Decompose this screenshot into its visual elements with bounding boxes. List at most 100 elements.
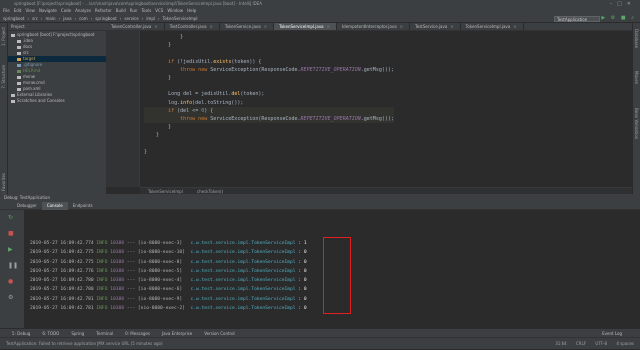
- editor-tab[interactable]: TokenServiceImpl.java ×: [274, 23, 337, 30]
- menu-item-tools[interactable]: Tools: [141, 8, 151, 13]
- code-line[interactable]: [144, 140, 394, 148]
- code-line[interactable]: [144, 49, 394, 57]
- breadcrumb-item[interactable]: impl: [146, 16, 155, 21]
- code-line[interactable]: }: [144, 41, 394, 49]
- resume-icon[interactable]: ▶: [8, 246, 13, 253]
- close-icon[interactable]: ×: [513, 24, 516, 29]
- log-line[interactable]: 2019-05-27 16:09:42.775 INFO 10388 --- […: [30, 258, 307, 267]
- close-icon[interactable]: ×: [154, 24, 157, 29]
- tool-window-button[interactable]: Terminal: [96, 331, 113, 336]
- editor-tab-label: TokenService.java: [224, 24, 261, 29]
- log-pid: 10388: [110, 296, 127, 302]
- code-line[interactable]: }: [144, 33, 394, 41]
- log-line[interactable]: 2019-05-27 16:09:42.780 INFO 10388 --- […: [30, 276, 307, 285]
- tool-window-button[interactable]: 5: Debug: [12, 331, 30, 336]
- code-line[interactable]: log.info(del.toString());: [144, 99, 394, 107]
- code-line[interactable]: throw new ServiceException(ResponseCode.…: [144, 66, 394, 74]
- breadcrumb-item[interactable]: java: [63, 16, 71, 21]
- breadcrumb-item[interactable]: springboot: [3, 16, 24, 21]
- menu-item-analyze[interactable]: Analyze: [75, 8, 91, 13]
- menu-item-vcs[interactable]: VCS: [155, 8, 163, 13]
- run-config-select[interactable]: TestApplication: [554, 16, 600, 22]
- tool-project-label[interactable]: 1: Project: [1, 27, 6, 46]
- log-level: INFO: [96, 278, 111, 284]
- breadcrumb-item[interactable]: service: [124, 16, 138, 21]
- menu-item-file[interactable]: File: [3, 8, 10, 13]
- debug-tab-console[interactable]: Console: [41, 202, 68, 210]
- close-icon[interactable]: ×: [450, 24, 453, 29]
- tool-window-button[interactable]: Spring: [71, 331, 84, 336]
- toolbar-run-icons[interactable]: ▶ ⚙ ■ ⌕: [601, 15, 636, 21]
- breakpoints-icon[interactable]: ●: [8, 278, 13, 285]
- menu-item-edit[interactable]: Edit: [14, 8, 22, 13]
- code-line[interactable]: Long del = jedisUtil.del(token);: [144, 90, 394, 98]
- tool-favorites-label[interactable]: 2: Favorites: [1, 173, 6, 196]
- log-line[interactable]: 2019-05-27 16:09:42.781 INFO 10388 --- […: [30, 304, 307, 313]
- indent-setting[interactable]: 4 spaces: [616, 341, 634, 346]
- close-icon[interactable]: ×: [400, 24, 403, 29]
- code-line[interactable]: }: [144, 131, 394, 139]
- code-line[interactable]: }: [144, 148, 394, 156]
- editor-tab[interactable]: IdempotentInterceptor.java ×: [337, 23, 410, 30]
- tool-bean-validation-label[interactable]: Bean Validation: [634, 108, 639, 139]
- editor-tab-label: IdempotentInterceptor.java: [342, 24, 397, 29]
- close-icon[interactable]: ×: [264, 24, 267, 29]
- menu-item-code[interactable]: Code: [61, 8, 71, 13]
- code-line[interactable]: [144, 82, 394, 90]
- file-encoding[interactable]: UTF-8: [595, 341, 607, 346]
- code-line[interactable]: throw new ServiceException(ResponseCode.…: [144, 115, 394, 124]
- console-output[interactable]: 2019-05-27 16:09:42.774 INFO 10388 --- […: [30, 239, 307, 313]
- cursor-position[interactable]: 31:64: [555, 341, 567, 346]
- menu-item-view[interactable]: View: [25, 8, 35, 13]
- log-line[interactable]: 2019-05-27 16:09:42.781 INFO 10388 --- […: [30, 295, 307, 304]
- breadcrumb-item[interactable]: com: [79, 16, 88, 21]
- code-line[interactable]: }: [144, 123, 394, 131]
- log-line[interactable]: 2019-05-27 16:09:42.775 INFO 10388 --- […: [30, 248, 307, 257]
- editor-tab[interactable]: TestController.java ×: [165, 23, 220, 30]
- tool-window-button[interactable]: 6: TODO: [42, 331, 59, 336]
- tree-item-label: mvnw.cmd: [23, 80, 45, 85]
- pause-icon[interactable]: ❚❚: [8, 262, 18, 269]
- rerun-icon[interactable]: ↻: [8, 214, 13, 221]
- tool-maven-label[interactable]: Maven: [634, 71, 639, 84]
- status-message[interactable]: TestApplication: Failed to retrieve appl…: [6, 341, 163, 346]
- code-line[interactable]: if (!jedisUtil.exists(token)) {: [144, 58, 394, 66]
- debug-tab-debugger[interactable]: Debugger: [12, 202, 42, 210]
- editor-gutter[interactable]: [106, 31, 140, 187]
- editor-tab[interactable]: TestService.java ×: [410, 23, 461, 30]
- breadcrumb-item[interactable]: src: [32, 16, 38, 21]
- tool-window-button[interactable]: Java Enterprise: [162, 331, 192, 336]
- tree-item[interactable]: Scratches and Consoles: [8, 98, 106, 104]
- log-line[interactable]: 2019-05-27 16:09:42.776 INFO 10388 --- […: [30, 267, 307, 276]
- code-editor[interactable]: } } if (!jedisUtil.exists(token)) { thro…: [140, 31, 632, 187]
- tool-structure-label[interactable]: 7: Structure: [1, 65, 6, 89]
- close-icon[interactable]: ×: [210, 24, 213, 29]
- stop-icon[interactable]: ■: [8, 230, 14, 237]
- code-line[interactable]: if (del <= 0) {: [144, 106, 394, 116]
- editor-tab[interactable]: TokenServiceImpl.java ×: [461, 23, 524, 30]
- settings-icon[interactable]: ⚙: [8, 294, 13, 301]
- tool-database-label[interactable]: Database: [634, 29, 639, 48]
- breadcrumb-item[interactable]: TokenServiceImpl: [163, 16, 198, 21]
- line-separator[interactable]: CRLF: [576, 341, 586, 346]
- editor-tab[interactable]: TokenService.java ×: [220, 23, 275, 30]
- log-line[interactable]: 2019-05-27 16:09:42.780 INFO 10388 --- […: [30, 285, 307, 294]
- close-icon[interactable]: ×: [327, 24, 330, 29]
- menu-item-refactor[interactable]: Refactor: [95, 8, 112, 13]
- menu-item-help[interactable]: Help: [187, 8, 196, 13]
- menu-item-run[interactable]: Run: [130, 8, 138, 13]
- log-line[interactable]: 2019-05-27 16:09:42.774 INFO 10388 --- […: [30, 239, 307, 248]
- project-panel-header[interactable]: Project: [8, 23, 106, 31]
- debug-tab-endpoints[interactable]: Endpoints: [68, 202, 98, 210]
- tool-window-button[interactable]: Version Control: [204, 331, 234, 336]
- code-content[interactable]: } } if (!jedisUtil.exists(token)) { thro…: [144, 33, 394, 156]
- breadcrumb-item[interactable]: springboot: [95, 16, 116, 21]
- code-line[interactable]: }: [144, 74, 394, 82]
- menu-item-navigate[interactable]: Navigate: [39, 8, 57, 13]
- menu-item-window[interactable]: Window: [167, 8, 183, 13]
- log-value: : 0: [298, 306, 307, 312]
- breadcrumb-item[interactable]: main: [46, 16, 56, 21]
- tool-window-button[interactable]: 0: Messages: [125, 331, 150, 336]
- editor-tab[interactable]: TokenController.java ×: [106, 23, 165, 30]
- menu-item-build[interactable]: Build: [116, 8, 126, 13]
